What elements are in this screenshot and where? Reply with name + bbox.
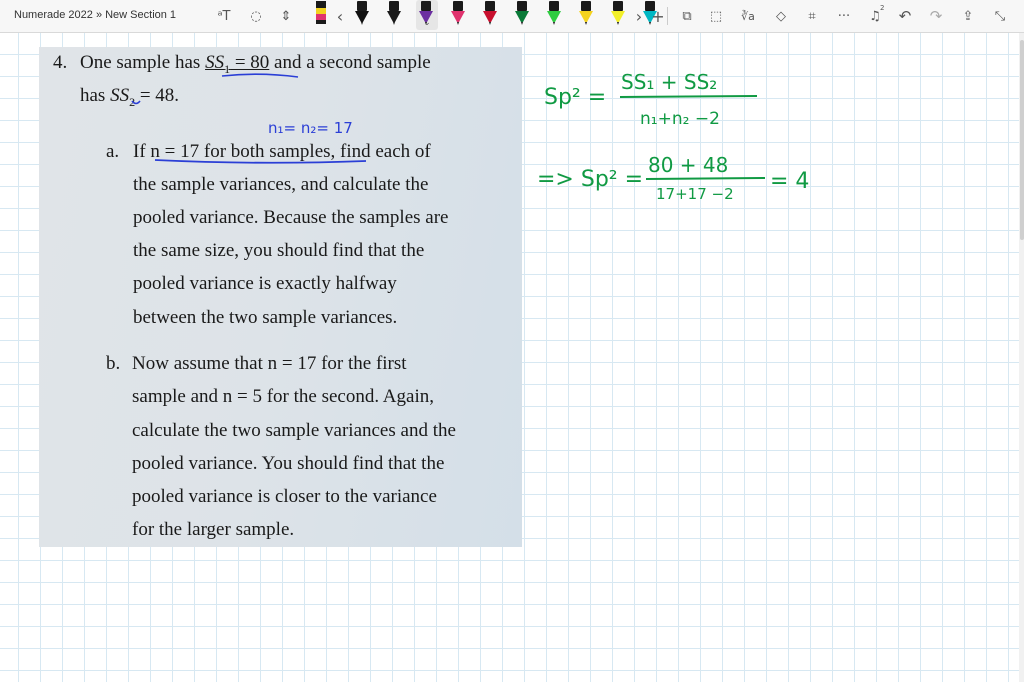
ink-formula-denominator: n₁+n₂ −2: [640, 109, 720, 129]
ink-n-note: n₁= n₂= 17: [268, 119, 353, 137]
ink-calc-result: = 4: [770, 169, 809, 194]
handwriting-layer[interactable]: n₁= n₂= 17 Sp² = SS₁ + SS₂ n₁+n₂ −2 => S…: [0, 0, 1024, 682]
ink-subscript-mark: [131, 100, 141, 105]
ink-calc-denominator: 17+17 −2: [656, 185, 734, 203]
ink-underline-part-a: [154, 159, 367, 164]
ink-formula-numerator: SS₁ + SS₂: [621, 70, 717, 94]
ink-formula-fraction-bar: [619, 95, 758, 98]
ink-underline-ss1: [221, 73, 299, 78]
ink-calc-fraction-bar: [645, 177, 766, 180]
ink-calc-numerator: 80 + 48: [648, 153, 728, 177]
ink-formula-lhs: Sp² =: [544, 85, 606, 110]
ink-calc-lhs: => Sp² =: [537, 167, 643, 192]
